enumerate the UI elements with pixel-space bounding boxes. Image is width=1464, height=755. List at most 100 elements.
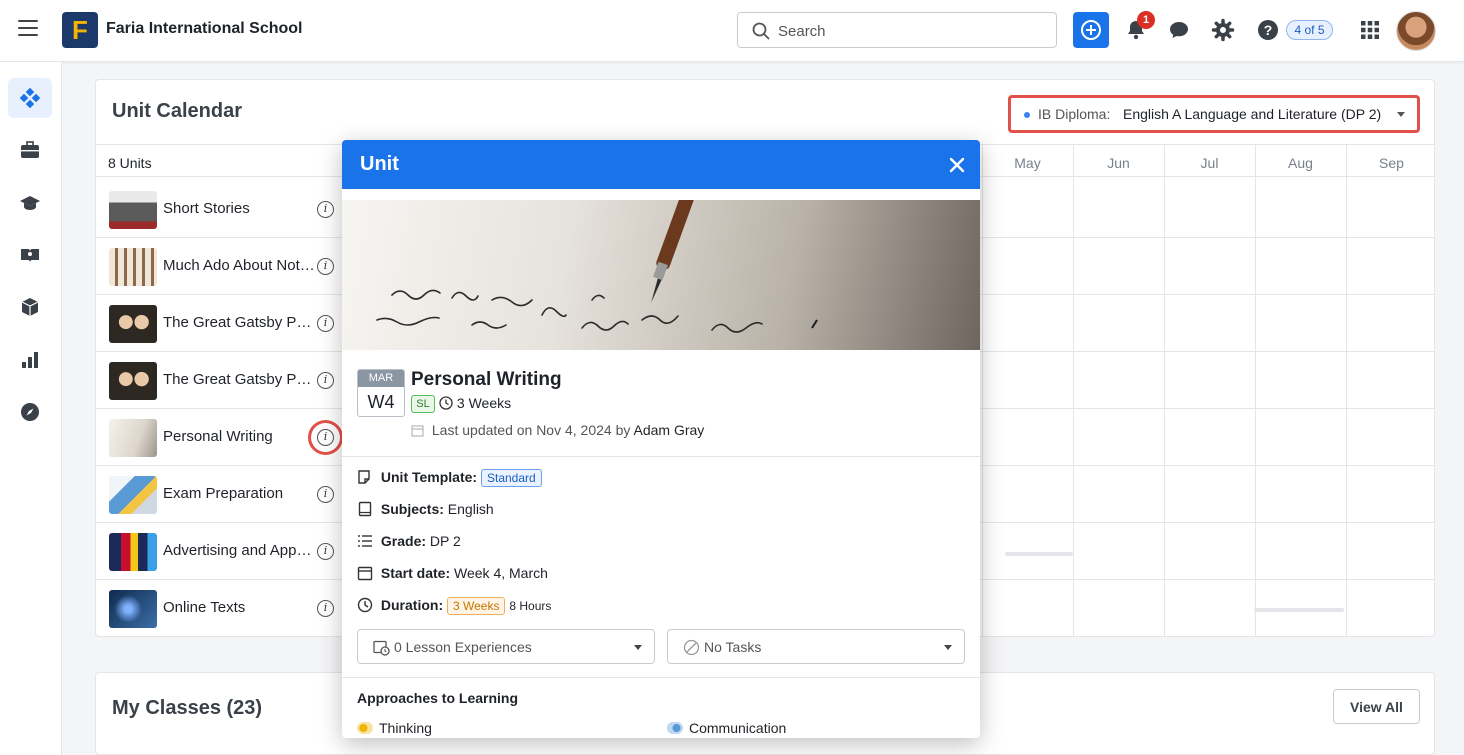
- rail-item-units[interactable]: [8, 287, 52, 327]
- unit-name[interactable]: Personal Writing: [163, 428, 318, 445]
- unit-timeline-bar[interactable]: [1005, 552, 1073, 556]
- thinking-icon: [357, 722, 373, 734]
- my-classes-title: My Classes (23): [112, 697, 263, 719]
- info-icon[interactable]: i: [317, 315, 334, 332]
- info-icon[interactable]: i: [317, 429, 334, 446]
- duration-weeks-tag: 3 Weeks: [447, 597, 506, 615]
- unit-popover: Unit MAR W4 Personal Writing SL 3 Weeks …: [342, 140, 980, 738]
- top-bar: F Faria International School 1 ? 4 of 5: [0, 0, 1464, 62]
- month-label: Sep: [1379, 155, 1404, 171]
- apps-grid-icon[interactable]: [1358, 18, 1382, 42]
- unit-thumbnail: [109, 590, 157, 628]
- unit-timeline-bar[interactable]: [1254, 608, 1344, 612]
- info-icon[interactable]: i: [317, 372, 334, 389]
- rail-item-reports[interactable]: [8, 340, 52, 380]
- updated-by-name: Adam Gray: [633, 422, 705, 438]
- rail-item-portfolio[interactable]: [8, 130, 52, 170]
- rail-item-academics[interactable]: [8, 183, 52, 223]
- chat-icon[interactable]: [1167, 18, 1191, 42]
- view-all-button[interactable]: View All: [1333, 689, 1420, 724]
- month-label: Jul: [1200, 155, 1219, 171]
- rail-item-library[interactable]: [8, 235, 52, 275]
- lesson-experiences-label: 0 Lesson Experiences: [394, 639, 532, 655]
- unit-name[interactable]: Online Texts: [163, 599, 318, 616]
- plus-circle-icon: [1081, 20, 1101, 40]
- unit-name[interactable]: Advertising and Appeals: [163, 542, 318, 559]
- svg-text:?: ?: [1264, 22, 1273, 38]
- subjects-row: Subjects: English: [357, 501, 494, 517]
- briefcase-icon: [21, 141, 39, 158]
- unit-name[interactable]: Much Ado About Nothing: [163, 257, 318, 274]
- dashboard-icon: [20, 88, 40, 108]
- unit-cover-image: [342, 200, 980, 350]
- atl-title: Approaches to Learning: [357, 690, 519, 706]
- duration-hours: 8 Hours: [509, 599, 552, 613]
- help-icon[interactable]: ?: [1256, 18, 1280, 42]
- last-updated-text: Last updated on Nov 4, 2024 by: [431, 422, 631, 438]
- tasks-label: No Tasks: [704, 639, 762, 655]
- info-icon[interactable]: i: [317, 258, 334, 275]
- info-icon[interactable]: i: [317, 600, 334, 617]
- grade-value: DP 2: [429, 533, 461, 549]
- user-avatar[interactable]: [1396, 11, 1436, 51]
- search-box[interactable]: [737, 12, 1057, 48]
- no-tasks-icon: [683, 639, 700, 656]
- start-date-value: Week 4, March: [454, 565, 548, 581]
- subjects-label: Subjects:: [380, 501, 444, 517]
- info-icon[interactable]: i: [317, 543, 334, 560]
- gear-icon[interactable]: [1211, 18, 1235, 42]
- compass-icon: [21, 403, 39, 421]
- chevron-down-icon: [634, 645, 642, 650]
- search-input[interactable]: [778, 21, 1038, 41]
- unit-template-label: Unit Template:: [380, 469, 478, 485]
- popover-header: Unit: [342, 140, 980, 189]
- subject-selector[interactable]: IB Diploma: English A Language and Liter…: [1008, 95, 1420, 133]
- menu-icon[interactable]: [18, 20, 38, 40]
- unit-thumbnail: [109, 362, 157, 400]
- school-logo[interactable]: F: [62, 12, 98, 48]
- info-icon[interactable]: i: [317, 201, 334, 218]
- lesson-experiences-dropdown[interactable]: 0 Lesson Experiences: [357, 629, 655, 664]
- left-rail: [0, 62, 62, 755]
- unit-name[interactable]: The Great Gatsby Paper 2: [163, 371, 318, 388]
- rail-item-dashboard[interactable]: [8, 78, 52, 118]
- cube-icon: [21, 298, 39, 316]
- subject-value: English A Language and Literature (DP 2): [1123, 106, 1382, 122]
- atl-item-communication: Communication: [667, 720, 786, 736]
- add-button[interactable]: [1073, 12, 1109, 48]
- level-badge: SL: [411, 395, 435, 413]
- close-icon: [949, 157, 965, 173]
- template-icon: [358, 470, 370, 484]
- start-date-row: Start date: Week 4, March: [357, 565, 548, 581]
- month-label: Jun: [1107, 155, 1130, 171]
- atl-item-label: Communication: [689, 720, 787, 736]
- info-icon[interactable]: i: [317, 486, 334, 503]
- divider: [342, 677, 980, 678]
- month-label: May: [1014, 155, 1041, 171]
- unit-thumbnail: [109, 533, 157, 571]
- popover-title: Unit: [360, 153, 399, 175]
- graduation-cap-icon: [20, 196, 40, 210]
- close-button[interactable]: [944, 152, 970, 178]
- tasks-dropdown[interactable]: No Tasks: [667, 629, 965, 664]
- unit-thumbnail: [109, 191, 157, 229]
- unit-name[interactable]: Exam Preparation: [163, 485, 318, 502]
- rail-item-explore[interactable]: [8, 392, 52, 432]
- unit-name[interactable]: The Great Gatsby Paper 1: [163, 314, 318, 331]
- calendar-icon: [411, 425, 424, 437]
- chevron-down-icon: [944, 645, 952, 650]
- progress-pill[interactable]: 4 of 5: [1286, 20, 1333, 40]
- unit-template-tag: Standard: [480, 469, 542, 487]
- subject-prefix: IB Diploma:: [1038, 106, 1111, 122]
- unit-thumbnail: [109, 476, 157, 514]
- unit-week: W4: [367, 392, 395, 412]
- unit-month: MAR: [358, 370, 404, 387]
- book-icon: [358, 501, 372, 517]
- unit-title[interactable]: Personal Writing: [411, 369, 562, 391]
- school-name[interactable]: Faria International School: [106, 20, 302, 38]
- open-book-icon: [21, 249, 39, 262]
- unit-duration: 3 Weeks: [439, 395, 511, 411]
- units-count: 8 Units: [108, 155, 152, 171]
- divider: [342, 456, 980, 457]
- unit-name[interactable]: Short Stories: [163, 200, 318, 217]
